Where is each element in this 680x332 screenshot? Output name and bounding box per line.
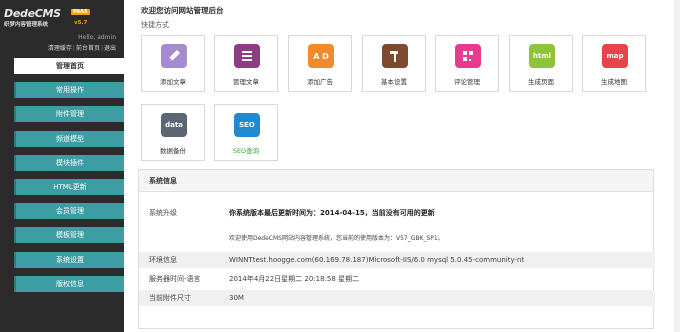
sidebar-item-common[interactable]: 常用操作	[14, 82, 124, 99]
tile-label: 生成页面	[528, 78, 554, 86]
tile-label: 生成地图	[601, 78, 627, 86]
page-title: 欢迎您访问网站管理后台	[141, 6, 224, 15]
logo-main-text: DedeCMS	[4, 7, 61, 20]
tile-data-backup[interactable]: data 数据备份	[141, 104, 205, 161]
sidebar-item-home[interactable]: 管理首页	[14, 58, 124, 74]
sidebar: DedeCMS PAAS 织梦内容管理系统 v5.7 Hello, admin …	[0, 0, 124, 332]
tile-label: 数据备份	[160, 147, 186, 155]
user-greeting: Hello, admin	[78, 34, 116, 41]
seo-icon: SEO	[234, 113, 260, 137]
logo-subtitle: 织梦内容管理系统	[4, 22, 49, 28]
version-text: 欢迎使用DedeCMS网站内容管理系统，您当前的使用版本为：V57_GBK_SP…	[229, 235, 444, 242]
upgrade-label: 系统升级	[149, 209, 177, 217]
sidebar-item-attachments[interactable]: 附件管理	[14, 106, 124, 123]
user-links: 清理缓存|前台首页|退出	[48, 43, 116, 52]
logo: DedeCMS PAAS 织梦内容管理系统 v5.7	[4, 7, 120, 29]
tile-add-article[interactable]: 添加文章	[141, 35, 205, 92]
home-link[interactable]: 前台首页	[76, 45, 100, 52]
info-key: 当前附件尺寸	[149, 294, 191, 302]
info-row: 当前附件尺寸 30M	[139, 290, 655, 306]
info-row: 环境信息 WINNTtest.hoogge.com(60.169.78.187)…	[139, 252, 655, 268]
info-value: WINNTtest.hoogge.com(60.169.78.187)Micro…	[229, 256, 525, 264]
clear-cache-link[interactable]: 清理缓存	[48, 45, 72, 52]
tile-label: 添加广告	[307, 78, 333, 86]
sidebar-item-templates[interactable]: 模板管理	[14, 227, 124, 244]
info-value: 2014年4月22日星期二 20:18:58 星期二	[229, 275, 360, 283]
ad-icon: A D	[308, 44, 334, 68]
data-icon: data	[161, 113, 187, 137]
main-content: 欢迎您访问网站管理后台 快捷方式 添加文章 管理文章 A D 添加广告 基本设置…	[124, 0, 680, 332]
tile-label: 添加文章	[160, 78, 186, 86]
scrollbar[interactable]	[674, 0, 680, 332]
tile-label: 管理文章	[233, 78, 259, 86]
logo-version: v5.7	[74, 20, 88, 26]
upgrade-status: 你系统版本最后更新时间为：2014-04-15，当前没有可用的更新	[229, 209, 435, 217]
tile-basic-settings[interactable]: 基本设置	[362, 35, 426, 92]
system-info-panel: 系统信息 系统升级 你系统版本最后更新时间为：2014-04-15，当前没有可用…	[138, 169, 655, 329]
sidebar-item-html-update[interactable]: HTML更新	[14, 178, 124, 195]
tile-label: SEO查询	[232, 147, 260, 155]
tile-label: 基本设置	[381, 78, 407, 86]
sidebar-item-copyright[interactable]: 版权信息	[14, 275, 124, 292]
shortcut-section-title: 快捷方式	[141, 21, 169, 29]
tile-comment-manage[interactable]: 评论管理	[435, 35, 499, 92]
info-row: 服务器时间-语言 2014年4月22日星期二 20:18:58 星期二	[139, 271, 655, 287]
html-icon: html	[529, 44, 555, 68]
tile-manage-article[interactable]: 管理文章	[214, 35, 278, 92]
system-info-title: 系统信息	[139, 170, 653, 192]
info-key: 环境信息	[149, 256, 177, 264]
sidebar-item-plugins[interactable]: 模块插件	[14, 154, 124, 171]
tile-generate-pages[interactable]: html 生成页面	[509, 35, 573, 92]
stack-icon	[234, 44, 260, 68]
sidebar-item-channel-model[interactable]: 频道模型	[14, 130, 124, 147]
logout-link[interactable]: 退出	[104, 45, 116, 52]
pencil-icon	[161, 44, 187, 68]
sidebar-item-settings[interactable]: 系统设置	[14, 251, 124, 268]
logo-badge: PAAS	[71, 9, 90, 15]
tile-seo-query[interactable]: SEO SEO查询	[214, 104, 278, 161]
separator: |	[72, 45, 75, 52]
hammer-icon	[382, 44, 408, 68]
separator: |	[100, 45, 103, 52]
sidebar-nav: 管理首页 常用操作 附件管理 频道模型 模块插件 HTML更新 会员管理 模板管…	[14, 58, 124, 300]
map-icon: map	[602, 44, 628, 68]
info-value: 30M	[229, 294, 244, 302]
sidebar-item-members[interactable]: 会员管理	[14, 203, 124, 220]
tile-add-ad[interactable]: A D 添加广告	[288, 35, 352, 92]
comment-grid-icon	[455, 44, 481, 68]
info-key: 服务器时间-语言	[149, 275, 201, 283]
tile-generate-map[interactable]: map 生成地图	[582, 35, 646, 92]
tile-label: 评论管理	[454, 78, 480, 86]
